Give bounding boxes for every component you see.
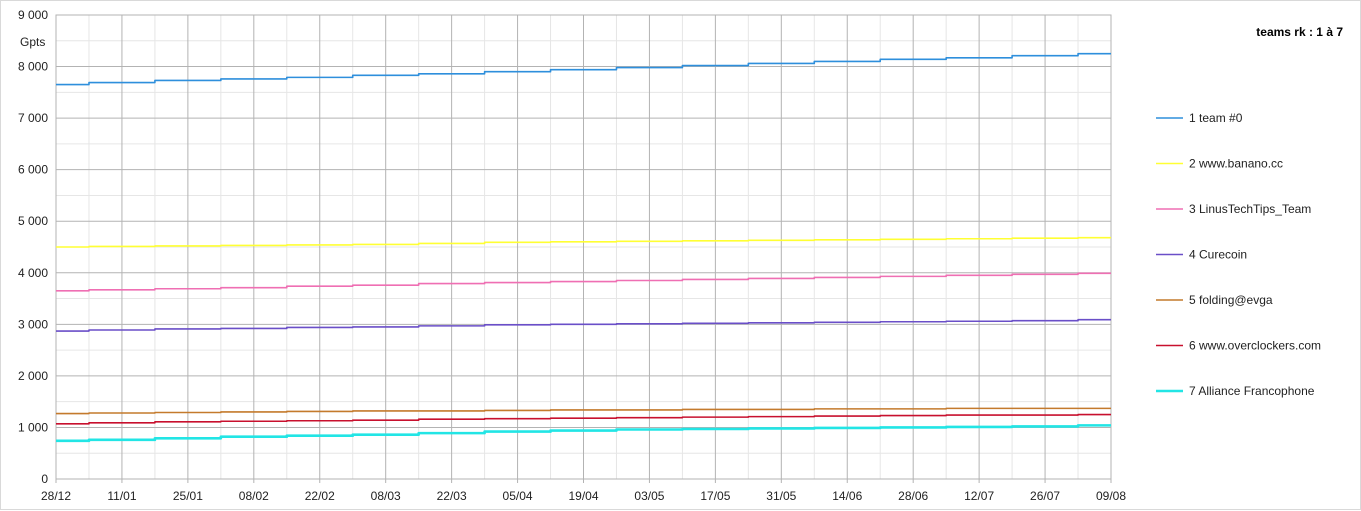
x-tick-label: 22/02 [305,489,335,503]
x-tick-labels: 28/12 11/01 25/01 08/02 22/02 08/03 22/03 05/04… [41,489,1126,503]
x-tick-label: 08/03 [371,489,401,503]
y-tick-label: 6 000 [18,163,48,177]
legend-label-6: 6 www.overclockers.com [1189,339,1321,353]
chart-svg: 0 1 000 2 000 3 000 4 000 5 000 6 000 7 000 8 00… [18,8,1343,503]
x-tick-label: 26/07 [1030,489,1060,503]
y-tick-labels: 0 1 000 2 000 3 000 4 000 5 000 6 000 7 000 8 00… [18,8,48,486]
x-tick-label: 12/07 [964,489,994,503]
legend-label-4: 4 Curecoin [1189,248,1247,262]
legend-title: teams rk : 1 à 7 [1256,25,1343,39]
legend: 1 team #0 2 www.banano.cc 3 LinusTechTips_… [1156,111,1321,398]
x-tick-label: 31/05 [766,489,796,503]
legend-label-7: 7 Alliance Francophone [1189,384,1315,398]
legend-label-2: 2 www.banano.cc [1189,157,1283,171]
y-tick-label: 1 000 [18,420,48,434]
x-tick-label: 28/12 [41,489,71,503]
y-tick-label: 0 [41,472,48,486]
y-tick-label: 9 000 [18,8,48,22]
legend-label-3: 3 LinusTechTips_Team [1189,202,1311,216]
y-tick-label: 8 000 [18,60,48,74]
legend-label-5: 5 folding@evga [1189,293,1273,307]
x-tick-label: 11/01 [107,489,136,503]
y-tick-label: 7 000 [18,111,48,125]
x-tick-label: 25/01 [173,489,203,503]
y-tick-label: 5 000 [18,214,48,228]
x-tick-label: 05/04 [503,489,533,503]
y-tick-label: 4 000 [18,266,48,280]
y-axis-unit-label: Gpts [20,35,45,49]
x-tick-label: 14/06 [832,489,862,503]
x-tick-label: 19/04 [568,489,598,503]
x-tick-label: 03/05 [634,489,664,503]
x-tick-label: 17/05 [700,489,730,503]
legend-label-1: 1 team #0 [1189,111,1243,125]
chart-frame: 0 1 000 2 000 3 000 4 000 5 000 6 000 7 000 8 00… [0,0,1361,510]
x-tick-label: 22/03 [437,489,467,503]
x-tick-label: 28/06 [898,489,928,503]
x-tick-label: 09/08 [1096,489,1126,503]
y-tick-label: 3 000 [18,317,48,331]
x-tick-label: 08/02 [239,489,269,503]
y-tick-label: 2 000 [18,369,48,383]
